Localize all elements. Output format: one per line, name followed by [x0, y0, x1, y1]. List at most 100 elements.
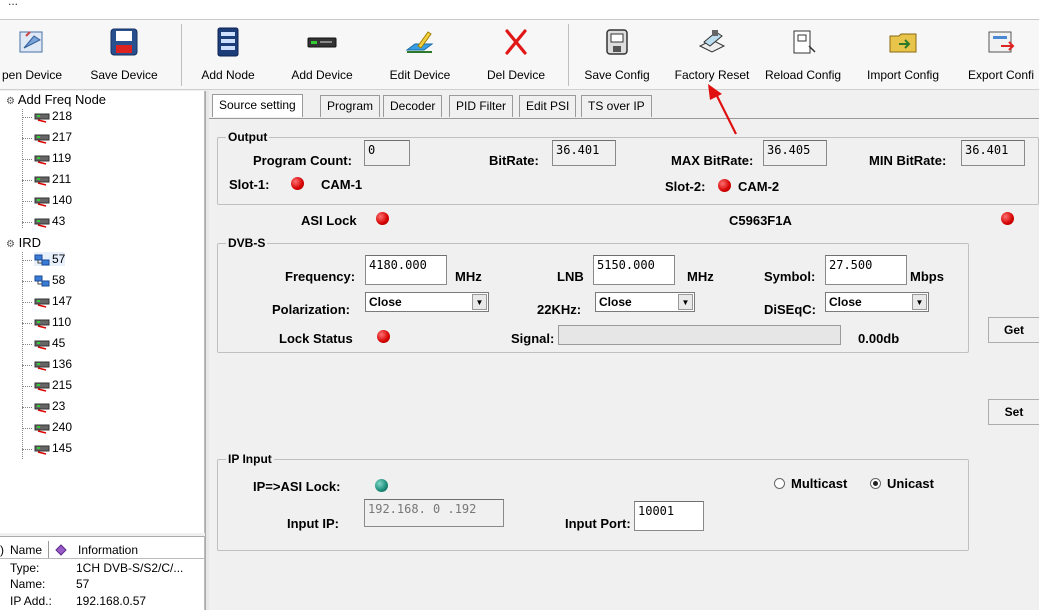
- tree-item-ird-57[interactable]: 57: [34, 252, 66, 266]
- tree-connector: [22, 260, 32, 261]
- tab-pid-filter[interactable]: PID Filter: [449, 95, 514, 117]
- node-root-icon: ⚙: [6, 96, 15, 107]
- tab-edit-psi[interactable]: Edit PSI: [519, 95, 577, 117]
- tree-item-ird-45[interactable]: 45: [34, 336, 65, 350]
- tree-item-ird-23[interactable]: 23: [34, 399, 65, 413]
- min-bitrate-field: 36.401: [961, 140, 1025, 166]
- tree-item-freq-140[interactable]: 140: [34, 193, 72, 207]
- tree-connector: [22, 180, 32, 181]
- dropdown-arrow-icon[interactable]: ▼: [912, 294, 927, 310]
- dropdown-arrow-icon[interactable]: ▼: [678, 294, 693, 310]
- device-node-icon: [34, 298, 50, 308]
- tab-decoder[interactable]: Decoder: [383, 95, 443, 117]
- tree-item-freq-119[interactable]: 119: [34, 151, 71, 165]
- dropdown-arrow-icon[interactable]: ▼: [472, 294, 487, 310]
- tree-item-label: 119: [52, 151, 72, 165]
- reload-config-button[interactable]: Reload Config: [765, 20, 841, 88]
- tree-item-label: 140: [52, 193, 73, 207]
- tree-connector: [22, 344, 32, 345]
- lock-status-label: Lock Status: [279, 331, 353, 346]
- slot1-value: CAM-1: [321, 177, 363, 192]
- set-button[interactable]: Set: [988, 399, 1039, 425]
- tree-item-freq-218[interactable]: 218: [34, 109, 72, 123]
- lock-status-led: [377, 330, 390, 343]
- tab-program[interactable]: Program: [320, 95, 381, 117]
- tree-connector: [22, 407, 32, 408]
- symbol-input[interactable]: 27.500: [825, 255, 907, 285]
- program-count-field: 0: [364, 140, 410, 166]
- tree-item-ird-240[interactable]: 240: [34, 420, 72, 434]
- 22khz-select[interactable]: Close ▼: [595, 292, 695, 312]
- asi-status-led: [1001, 212, 1014, 225]
- menu-item-file[interactable]: ...: [8, 0, 18, 8]
- edit-device-icon: [405, 31, 434, 53]
- tree-item-ird-110[interactable]: 110: [34, 315, 71, 329]
- add-device-button[interactable]: Add Device: [291, 20, 353, 88]
- multicast-radio[interactable]: Multicast: [774, 476, 847, 491]
- export-config-button[interactable]: Export Confi: [968, 20, 1034, 88]
- tree-root-freq-node[interactable]: ⚙ Add Freq Node: [6, 92, 106, 107]
- reload-config-icon: [793, 30, 816, 54]
- save-config-button[interactable]: Save Config: [584, 20, 650, 88]
- max-bitrate-field: 36.405: [763, 140, 827, 166]
- import-config-button[interactable]: Import Config: [867, 20, 939, 88]
- max-bitrate-label: MAX BitRate:: [671, 153, 754, 168]
- tree-item-freq-217[interactable]: 217: [34, 130, 72, 144]
- tree-item-label: 45: [52, 336, 66, 350]
- edit-device-button[interactable]: Edit Device: [390, 20, 450, 88]
- tree-item-label: 23: [52, 399, 66, 413]
- tree-item-ird-136[interactable]: 136: [34, 357, 72, 371]
- bitrate-label: BitRate:: [489, 153, 539, 168]
- tree-item-ird-145[interactable]: 145: [34, 441, 72, 455]
- tree-item-ird-215[interactable]: 215: [34, 378, 72, 392]
- column-name[interactable]: Name: [10, 543, 42, 557]
- device-node-icon: [34, 113, 50, 123]
- ip-input-group: IP Input: [217, 452, 969, 551]
- tree-item-freq-211[interactable]: 211: [34, 172, 71, 186]
- signal-value: 0.00db: [858, 331, 900, 346]
- diseqc-select[interactable]: Close ▼: [825, 292, 929, 312]
- add-node-button[interactable]: Add Node: [201, 20, 255, 88]
- slot2-value: CAM-2: [738, 179, 780, 194]
- column-information[interactable]: Information: [78, 543, 138, 557]
- node-root-icon: ⚙: [6, 239, 15, 250]
- tab-source-setting[interactable]: Source setting: [212, 94, 303, 117]
- tree-item-ird-147[interactable]: 147: [34, 294, 72, 308]
- device-node-icon: [34, 218, 50, 228]
- get-button[interactable]: Get: [988, 317, 1039, 343]
- input-port-field[interactable]: 10001: [634, 501, 704, 531]
- tree-item-label: 110: [52, 315, 72, 329]
- ird-node-icon: [34, 254, 50, 266]
- tree-item-label: 218: [52, 109, 73, 123]
- open-device-button[interactable]: pen Device: [2, 20, 62, 88]
- tree-connector: [22, 365, 32, 366]
- input-ip-field[interactable]: 192.168. 0 .192: [364, 499, 504, 527]
- tree-connector: [22, 449, 32, 450]
- delete-device-button[interactable]: Del Device: [487, 20, 545, 88]
- program-count-label: Program Count:: [253, 153, 352, 168]
- device-node-icon: [34, 134, 50, 144]
- device-tree: ⚙ Add Freq Node ⚙ IRD 218 217 119 211 140 43 5…: [0, 91, 205, 533]
- tab-ts-over-ip[interactable]: TS over IP: [581, 95, 652, 117]
- device-node-icon: [34, 197, 50, 207]
- polarization-select[interactable]: Close ▼: [365, 292, 489, 312]
- save-device-button[interactable]: Save Device: [90, 20, 158, 88]
- tree-connector: [22, 109, 23, 228]
- signal-bar: [558, 325, 841, 345]
- tree-connector: [22, 386, 32, 387]
- symbol-unit: Mbps: [910, 269, 944, 284]
- open-device-icon: [19, 31, 43, 53]
- tree-item-freq-43[interactable]: 43: [34, 214, 65, 228]
- tree-root-ird[interactable]: ⚙ IRD: [6, 235, 41, 250]
- ip-asi-lock-label: IP=>ASI Lock:: [253, 479, 341, 494]
- unicast-radio[interactable]: Unicast: [870, 476, 934, 491]
- toolbar-separator: [568, 24, 569, 86]
- add-node-icon: [217, 27, 239, 57]
- tree-connector: [22, 222, 32, 223]
- frequency-input[interactable]: 4180.000: [365, 255, 447, 285]
- input-port-label: Input Port:: [565, 516, 631, 531]
- asi-code: C5963F1A: [729, 213, 792, 228]
- tree-item-ird-58[interactable]: 58: [34, 273, 65, 287]
- factory-reset-button[interactable]: Factory Reset: [675, 20, 749, 88]
- lnb-input[interactable]: 5150.000: [593, 255, 675, 285]
